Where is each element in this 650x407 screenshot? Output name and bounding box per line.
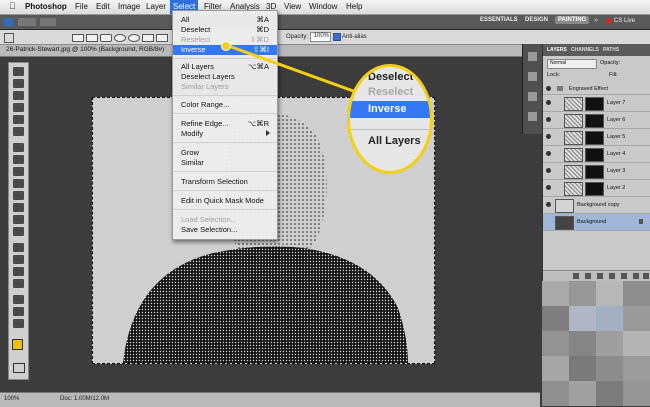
collapsed-panels-bar [522,44,542,134]
layer-opacity-label: Opacity: [600,60,621,66]
lock-label: Lock: [547,72,561,78]
layers-panel-tabs: LAYERS CHANNELS PATHS [543,44,650,56]
blend-mode-select[interactable]: Normal [547,59,597,69]
layer-row[interactable]: Layer 4 [543,146,650,163]
callout-deselect: Deselect [368,71,414,83]
tab-paths[interactable]: PATHS [603,47,619,53]
layer-name: Layer 6 [607,117,626,123]
lock-icon [639,219,643,224]
visibility-eye-icon[interactable] [546,168,551,173]
callout-reselect: Reselect [368,86,414,98]
layer-mask-thumbnail [585,131,604,145]
callout-all-layers: All Layers [368,135,421,147]
layer-thumbnail [564,131,583,145]
layer-name: Layer 2 [607,185,626,191]
visibility-eye-icon[interactable] [546,151,551,156]
new-layer-icon[interactable] [633,273,639,279]
tab-layers[interactable]: LAYERS [547,47,567,53]
layer-row-selected[interactable]: Background [543,214,650,231]
layers-panel: LAYERS CHANNELS PATHS Normal Opacity: Lo… [542,44,650,281]
layer-mask-thumbnail [585,182,604,196]
layer-name: Layer 4 [607,151,626,157]
new-group-icon[interactable] [621,273,627,279]
folder-icon [557,86,563,91]
layer-row[interactable]: Layer 6 [543,112,650,129]
callout-dot [221,41,231,51]
layers-panel-footer [543,270,650,281]
trash-icon[interactable] [643,273,649,279]
layer-mask-thumbnail [585,148,604,162]
layer-mask-thumbnail [585,114,604,128]
fx-icon[interactable] [585,273,591,279]
layer-group-row[interactable]: Engraved Effect [543,84,650,95]
visibility-eye-icon[interactable] [546,134,551,139]
callout-inverse: Inverse [350,101,430,118]
callout-separator [350,129,430,130]
layer-name: Layer 7 [607,100,626,106]
layer-name: Background copy [577,202,620,208]
doc-info: Doc: 1.00M/12.0M [60,396,110,402]
layer-row[interactable]: Layer 5 [543,129,650,146]
magnified-callout: Deselect Reselect Inverse All Layers [347,64,433,174]
layer-thumbnail [564,165,583,179]
visibility-eye-icon[interactable] [546,202,551,207]
layer-name: Layer 3 [607,168,626,174]
blurred-panel-area [542,281,650,406]
status-bar: 100% Doc: 1.00M/12.0M [0,392,540,407]
layer-name: Background [577,219,607,225]
tab-channels[interactable]: CHANNELS [571,47,599,53]
layer-thumbnail [555,199,574,213]
visibility-eye-icon[interactable] [546,117,551,122]
layer-mask-thumbnail [585,97,604,111]
layer-thumbnail [564,114,583,128]
layer-row[interactable]: Layer 7 [543,95,650,112]
layer-name: Layer 5 [607,134,626,140]
layer-thumbnail [564,182,583,196]
layer-row[interactable]: Layer 2 [543,180,650,197]
visibility-eye-icon[interactable] [546,100,551,105]
history-panel-icon[interactable] [528,52,537,61]
visibility-eye-icon[interactable] [546,185,551,190]
brushes-panel-icon[interactable] [528,92,537,101]
layer-thumbnail [564,148,583,162]
fill-label: Fill: [609,72,618,78]
mask-icon[interactable] [597,273,603,279]
layer-thumbnail [564,97,583,111]
actions-panel-icon[interactable] [528,72,537,81]
layer-mask-thumbnail [585,165,604,179]
layer-row[interactable]: Background copy [543,197,650,214]
zoom-level[interactable]: 100% [4,396,19,402]
link-icon[interactable] [573,273,579,279]
clone-source-panel-icon[interactable] [528,112,537,121]
layer-row[interactable]: Layer 3 [543,163,650,180]
group-name: Engraved Effect [569,86,609,92]
layer-thumbnail [555,216,574,230]
adjustment-icon[interactable] [609,273,615,279]
visibility-eye-icon[interactable] [546,86,551,91]
